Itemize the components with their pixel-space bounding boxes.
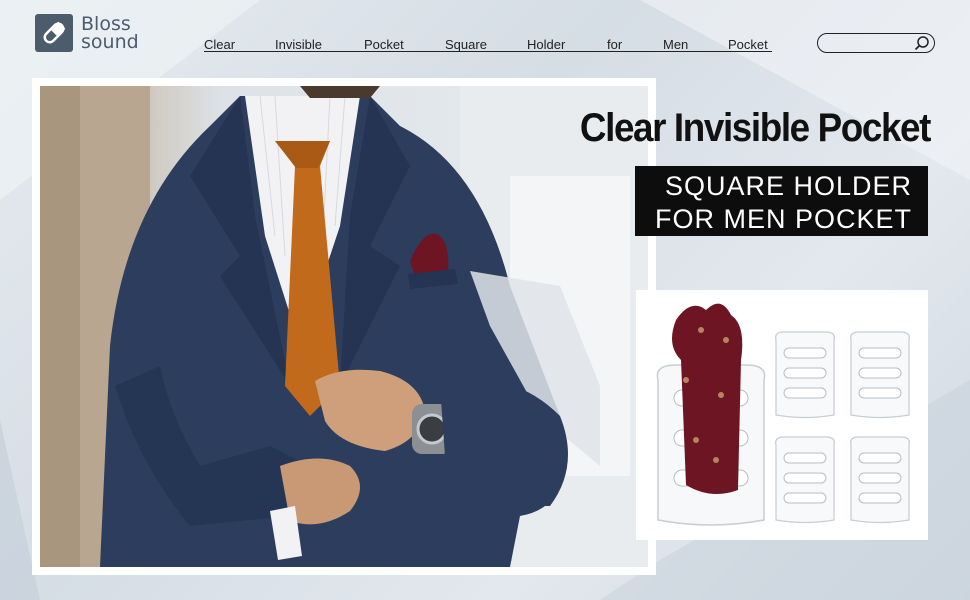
- brand-name-line2: sound: [81, 31, 139, 53]
- nav-item-holder[interactable]: Holder: [527, 37, 565, 52]
- hero-photo-man-in-suit: [40, 86, 648, 567]
- hero-subheadline-line2: FOR MEN POCKET: [654, 204, 912, 234]
- product-image-panel: [636, 290, 928, 540]
- search-box[interactable]: [817, 33, 935, 53]
- nav-item-pocket[interactable]: Pocket: [364, 37, 404, 52]
- top-nav: Clear Invisible Pocket Square Holder for…: [204, 37, 772, 53]
- nav-item-clear[interactable]: Clear: [204, 37, 235, 52]
- nav-item-square[interactable]: Square: [445, 37, 487, 52]
- nav-item-for[interactable]: for: [607, 37, 622, 52]
- hero-subheadline-line1: SQUARE HOLDER: [664, 171, 912, 201]
- nav-item-pocket-2[interactable]: Pocket: [728, 37, 768, 52]
- search-input[interactable]: [828, 35, 918, 50]
- pocket-square-holders-image: [656, 303, 910, 526]
- hero-subheadline-box: SQUARE HOLDER FOR MEN POCKET: [635, 166, 928, 236]
- search-icon[interactable]: [914, 35, 930, 51]
- hero-photo-frame: [32, 78, 656, 575]
- nav-item-invisible[interactable]: Invisible: [275, 37, 322, 52]
- brand-logo[interactable]: Bloss sound: [35, 14, 139, 52]
- pill-logo-icon: [35, 14, 73, 52]
- nav-item-men[interactable]: Men: [663, 37, 688, 52]
- hero-headline: Clear Invisible Pocket: [579, 106, 931, 150]
